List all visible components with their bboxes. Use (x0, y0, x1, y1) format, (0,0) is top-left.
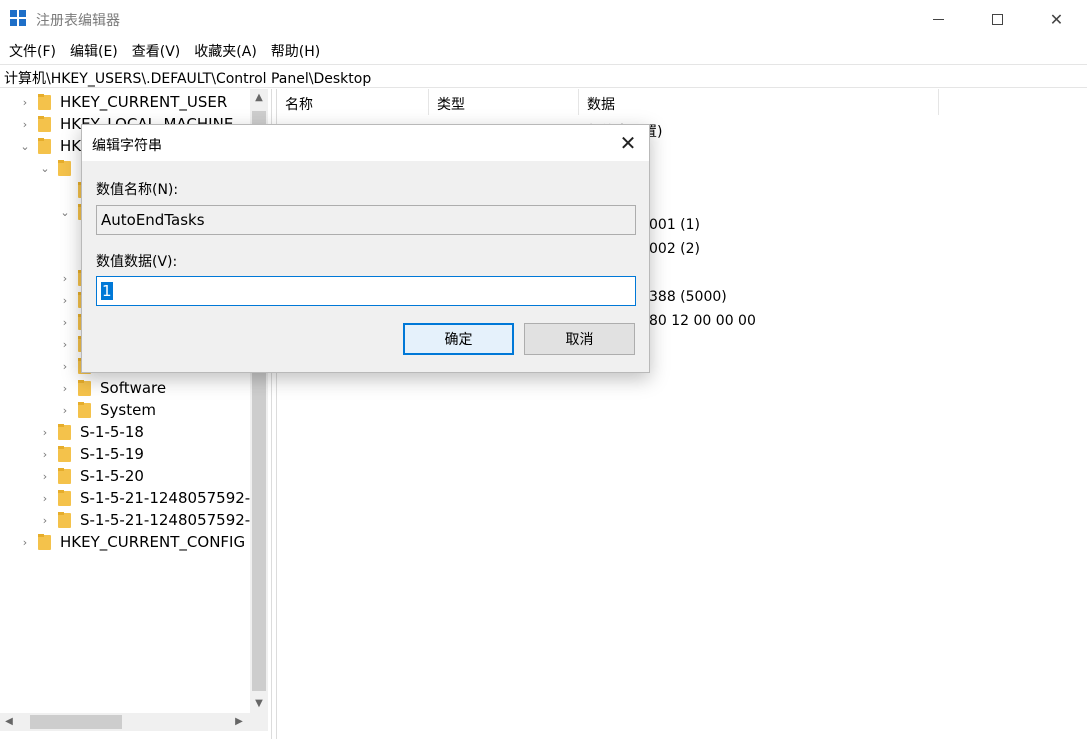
chevron-right-icon[interactable]: › (58, 271, 72, 285)
folder-icon (58, 159, 71, 176)
minimize-button[interactable] (909, 0, 968, 38)
menu-view[interactable]: 查看(V) (125, 38, 188, 62)
chevron-right-icon[interactable]: › (58, 403, 72, 417)
minimize-icon (933, 18, 944, 20)
address-bar[interactable]: 计算机\HKEY_USERS\.DEFAULT\Control Panel\De… (0, 64, 1087, 88)
chevron-right-icon[interactable]: › (18, 535, 32, 549)
maximize-icon (992, 13, 1003, 25)
menu-edit[interactable]: 编辑(E) (63, 38, 125, 62)
dialog-close-button[interactable]: ✕ (616, 131, 640, 155)
tree-item-label: S-1-5-21-1248057592-4 (80, 511, 260, 529)
regedit-app-icon (10, 10, 28, 28)
tree-item-label: S-1-5-20 (80, 467, 144, 485)
folder-icon (78, 401, 91, 418)
close-icon: ✕ (1049, 9, 1064, 29)
tree-item[interactable]: › S-1-5-21-1248057592-4 (38, 509, 260, 531)
menu-file[interactable]: 文件(F) (2, 38, 63, 62)
tree-item[interactable]: › HKEY_CURRENT_CONFIG (18, 531, 245, 553)
chevron-right-icon[interactable]: › (38, 425, 52, 439)
folder-icon (58, 445, 71, 462)
column-header-data[interactable]: 数据 (579, 89, 939, 115)
folder-icon (58, 423, 71, 440)
scroll-left-icon[interactable]: ◀ (0, 713, 18, 731)
value-data-label: 数值数据(V): (96, 254, 178, 270)
tree-item-label: S-1-5-18 (80, 423, 144, 441)
tree-item-label: S-1-5-19 (80, 445, 144, 463)
chevron-right-icon[interactable]: › (38, 513, 52, 527)
value-data-cell[interactable]: 80 12 00 00 00 (649, 313, 756, 329)
chevron-down-icon[interactable]: ⌄ (58, 205, 72, 219)
chevron-right-icon[interactable]: › (58, 293, 72, 307)
value-data-cell[interactable]: 002 (2) (649, 241, 700, 257)
column-header-name[interactable]: 名称 (277, 89, 429, 115)
chevron-right-icon[interactable]: › (58, 381, 72, 395)
tree-item[interactable]: › S-1-5-20 (38, 465, 144, 487)
folder-icon (58, 467, 71, 484)
scroll-right-icon[interactable]: ▶ (230, 713, 248, 731)
folder-icon (78, 379, 91, 396)
chevron-right-icon[interactable]: › (58, 359, 72, 373)
tree-connector (58, 183, 72, 197)
chevron-down-icon[interactable]: ⌄ (18, 139, 32, 153)
tree-item[interactable]: › System (58, 399, 156, 421)
title-bar: 注册表编辑器 ✕ (0, 0, 1087, 38)
scrollbar-corner (250, 713, 268, 731)
column-header-type[interactable]: 类型 (429, 89, 579, 115)
tree-item-label: HKEY_CURRENT_CONFIG (60, 533, 246, 551)
tree-item-label: System (100, 401, 156, 419)
edit-string-dialog: 编辑字符串 ✕ 数值名称(N): AutoEndTasks 数值数据(V): 1… (81, 124, 650, 373)
close-icon: ✕ (619, 131, 637, 155)
tree-item[interactable]: › S-1-5-19 (38, 443, 144, 465)
menu-bar: 文件(F) 编辑(E) 查看(V) 收藏夹(A) 帮助(H) (0, 38, 1087, 62)
value-data-cell[interactable]: 001 (1) (649, 217, 700, 233)
tree-item[interactable]: › HKEY_CURRENT_USER (18, 91, 228, 113)
chevron-right-icon[interactable]: › (18, 117, 32, 131)
folder-icon (58, 489, 71, 506)
tree-item[interactable]: › Software (58, 377, 166, 399)
scroll-thumb-horizontal[interactable] (30, 715, 122, 729)
window-title: 注册表编辑器 (36, 13, 120, 29)
value-name-label: 数值名称(N): (96, 182, 179, 198)
chevron-down-icon[interactable]: ⌄ (38, 161, 52, 175)
chevron-right-icon[interactable]: › (58, 337, 72, 351)
scroll-up-icon[interactable]: ▲ (250, 89, 268, 107)
folder-icon (38, 137, 51, 154)
dialog-title-bar: 编辑字符串 ✕ (82, 125, 649, 161)
value-data-cell[interactable]: 388 (5000) (649, 289, 727, 305)
chevron-right-icon[interactable]: › (38, 447, 52, 461)
chevron-right-icon[interactable]: › (18, 95, 32, 109)
tree-item-label: HKEY_CURRENT_USER (60, 93, 228, 111)
chevron-right-icon[interactable]: › (58, 315, 72, 329)
menu-favorites[interactable]: 收藏夹(A) (187, 38, 264, 62)
scroll-down-icon[interactable]: ▼ (250, 695, 268, 713)
menu-help[interactable]: 帮助(H) (264, 38, 327, 62)
close-window-button[interactable]: ✕ (1027, 0, 1086, 38)
value-name-field: AutoEndTasks (96, 205, 636, 235)
folder-icon (38, 93, 51, 110)
tree-item[interactable]: › S-1-5-18 (38, 421, 144, 443)
chevron-right-icon[interactable]: › (38, 469, 52, 483)
folder-icon (38, 533, 51, 550)
chevron-right-icon[interactable]: › (38, 491, 52, 505)
ok-button[interactable]: 确定 (403, 323, 514, 355)
value-data-selected-text: 1 (101, 282, 113, 300)
cancel-button[interactable]: 取消 (524, 323, 635, 355)
tree-item-label: S-1-5-21-1248057592-4 (80, 489, 260, 507)
tree-item[interactable]: › S-1-5-21-1248057592-4 (38, 487, 260, 509)
tree-horizontal-scrollbar[interactable]: ◀ ▶ (0, 713, 250, 731)
tree-item-label: Software (100, 379, 167, 397)
value-data-input[interactable]: 1 (96, 276, 636, 306)
maximize-button[interactable] (968, 0, 1027, 38)
folder-icon (58, 511, 71, 528)
folder-icon (38, 115, 51, 132)
dialog-title: 编辑字符串 (92, 138, 162, 154)
